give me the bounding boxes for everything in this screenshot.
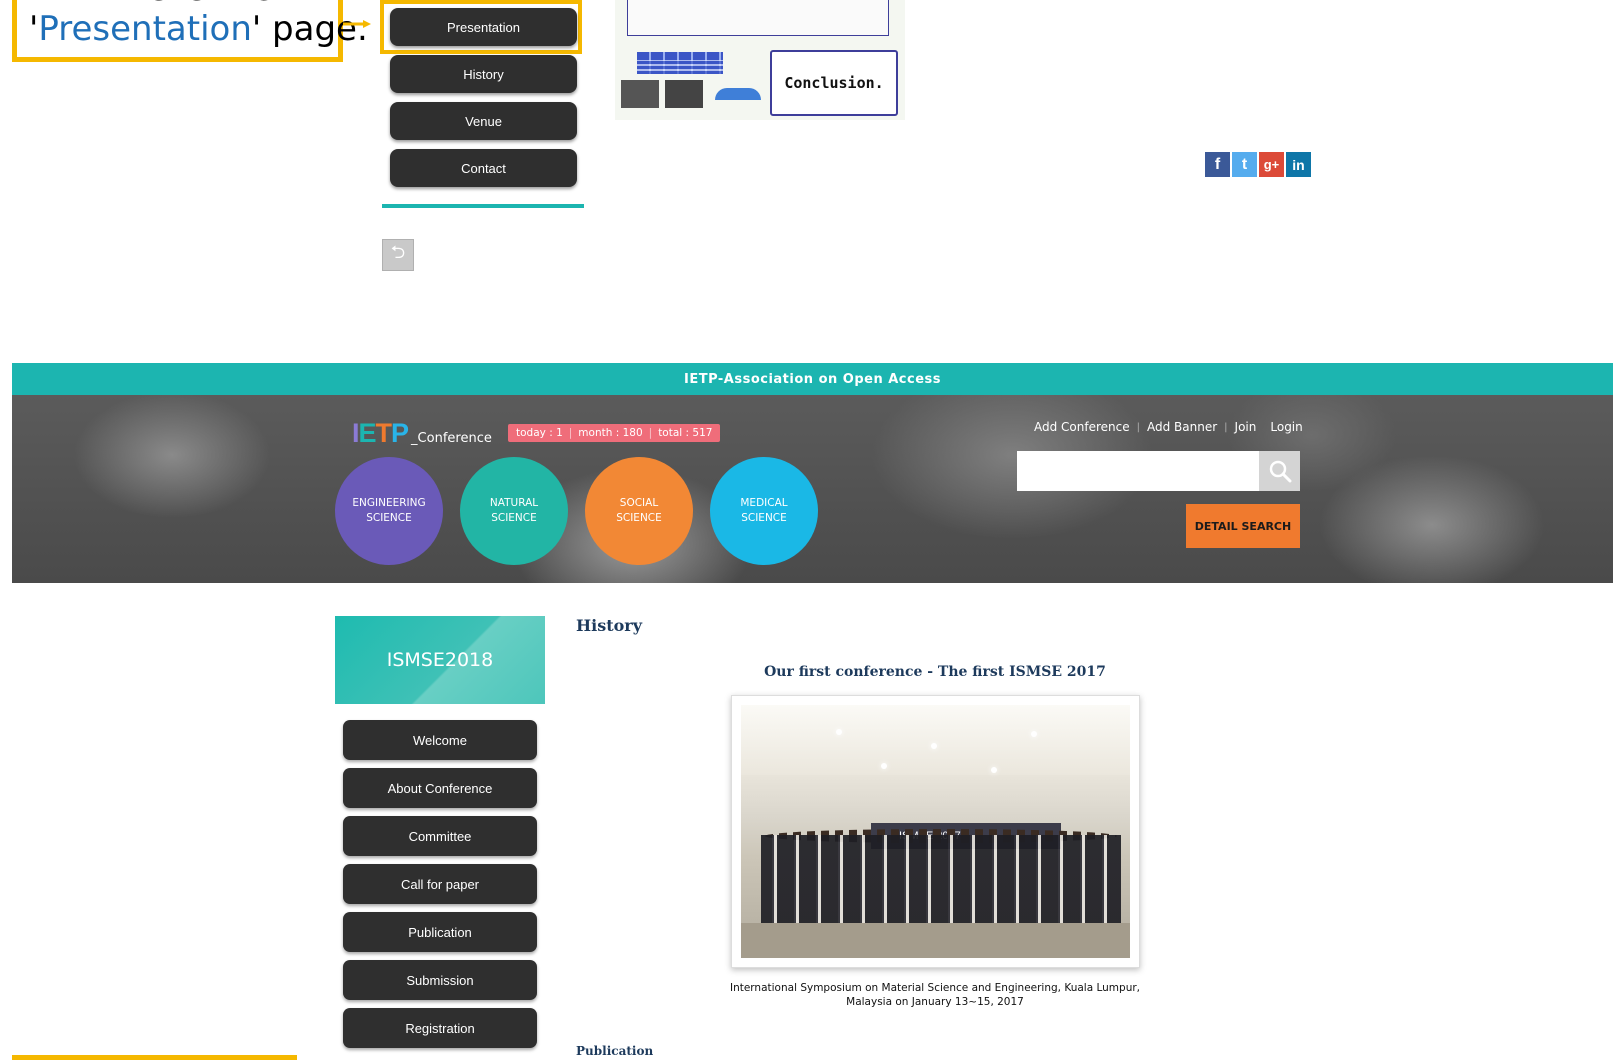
facebook-icon[interactable]: f: [1205, 152, 1230, 177]
search-icon: [1269, 460, 1291, 483]
top-menu-history[interactable]: History: [390, 55, 577, 93]
add-banner-link[interactable]: Add Banner: [1147, 420, 1217, 434]
caption-line2: Malaysia on January 13~15, 2017: [846, 996, 1024, 1008]
login-link[interactable]: Login: [1270, 420, 1302, 434]
sidebar-item-call-for-paper[interactable]: Call for paper: [343, 864, 537, 904]
photo-caption: International Symposium on Material Scie…: [700, 981, 1170, 1009]
annotation-callout-bottom: [12, 1055, 297, 1060]
association-bar[interactable]: IETP-Association on Open Access: [12, 363, 1613, 395]
category-engineering-science[interactable]: ENGINEERING SCIENCE: [335, 457, 443, 565]
poster-diagram: [715, 88, 761, 100]
annotation-callout: This is the 'Presentation' page.: [12, 0, 368, 62]
detail-search-button[interactable]: DETAIL SEARCH: [1186, 504, 1300, 548]
twitter-icon[interactable]: t: [1232, 152, 1257, 177]
annotation-highlight: Presentation: [38, 9, 252, 49]
search-button[interactable]: [1259, 451, 1300, 491]
sidebar-item-submission[interactable]: Submission: [343, 960, 537, 1000]
header-links: Add Conference | Add Banner | Join Login: [1034, 420, 1303, 434]
sidebar-item-about-conference[interactable]: About Conference: [343, 768, 537, 808]
sidebar-item-welcome[interactable]: Welcome: [343, 720, 537, 760]
category-line1: NATURAL: [489, 497, 539, 509]
site-logo[interactable]: IETP _Conference: [352, 418, 492, 449]
annotation-suffix: ' page.: [251, 9, 368, 49]
photo-light: [991, 767, 997, 773]
top-menu-presentation[interactable]: Presentation: [390, 8, 577, 46]
sidebar-item-committee[interactable]: Committee: [343, 816, 537, 856]
category-medical-science[interactable]: MEDICAL SCIENCE: [710, 457, 818, 565]
add-conference-link[interactable]: Add Conference: [1034, 420, 1130, 434]
poster-table-rows: [637, 60, 723, 74]
stat-month: month : 180: [578, 427, 643, 439]
presentation-poster-image: Conclusion.: [615, 0, 905, 120]
annotation-line1: This is the: [29, 0, 338, 9]
category-line2: SCIENCE: [491, 512, 537, 524]
photo-people: [761, 835, 1121, 925]
conference-heading: Our first conference - The first ISMSE 2…: [764, 664, 1106, 680]
logo-text: IETP: [352, 418, 409, 448]
undo-arrow-icon: ⮌: [390, 242, 406, 263]
photo-light: [931, 743, 937, 749]
back-button[interactable]: ⮌: [382, 239, 414, 271]
publication-heading: Publication: [576, 1044, 654, 1058]
stat-total: total : 517: [658, 427, 713, 439]
poster-figure-2: [665, 80, 703, 108]
link-separator: |: [1224, 421, 1228, 433]
googleplus-icon[interactable]: g+: [1259, 152, 1284, 177]
category-social-science[interactable]: SOCIAL SCIENCE: [585, 457, 693, 565]
link-separator: |: [1136, 421, 1140, 433]
photo-light: [836, 729, 842, 735]
category-line1: ENGINEERING: [352, 497, 426, 509]
social-share-bar: f t g+ in: [1205, 152, 1311, 177]
logo-subtitle: _Conference: [411, 431, 492, 446]
conference-photo: ISMSE 2017: [731, 695, 1140, 968]
category-line2: SCIENCE: [616, 512, 662, 524]
visitor-stats-badge: today : 1 | month : 180 | total : 517: [508, 424, 721, 442]
stat-separator: |: [648, 427, 653, 439]
category-line2: SCIENCE: [366, 512, 412, 524]
poster-conclusion: Conclusion.: [770, 50, 898, 116]
poster-figure-1: [621, 80, 659, 108]
top-menu-venue[interactable]: Venue: [390, 102, 577, 140]
join-link[interactable]: Join: [1235, 420, 1257, 434]
top-menu-contact[interactable]: Contact: [390, 149, 577, 187]
search-input[interactable]: [1017, 451, 1259, 491]
group-photo: ISMSE 2017: [741, 705, 1130, 958]
stat-today: today : 1: [516, 427, 563, 439]
photo-floor: [741, 923, 1130, 958]
photo-light: [1031, 731, 1037, 737]
photo-ceiling: [741, 705, 1130, 775]
category-line2: SCIENCE: [741, 512, 787, 524]
category-natural-science[interactable]: NATURAL SCIENCE: [460, 457, 568, 565]
annotation-prefix: ': [29, 9, 39, 49]
sidebar-item-publication[interactable]: Publication: [343, 912, 537, 952]
sidebar-item-registration[interactable]: Registration: [343, 1008, 537, 1048]
page-title: History: [576, 616, 642, 635]
top-menu-underline: [382, 204, 584, 208]
category-line1: MEDICAL: [740, 497, 788, 509]
annotation-arrow-icon: [343, 20, 371, 28]
sidebar-title: ISMSE2018: [335, 616, 545, 704]
stat-separator: |: [568, 427, 573, 439]
category-line1: SOCIAL: [619, 497, 659, 509]
photo-light: [881, 763, 887, 769]
caption-line1: International Symposium on Material Scie…: [729, 982, 1141, 994]
poster-top-panel: [627, 0, 889, 36]
linkedin-icon[interactable]: in: [1286, 152, 1311, 177]
